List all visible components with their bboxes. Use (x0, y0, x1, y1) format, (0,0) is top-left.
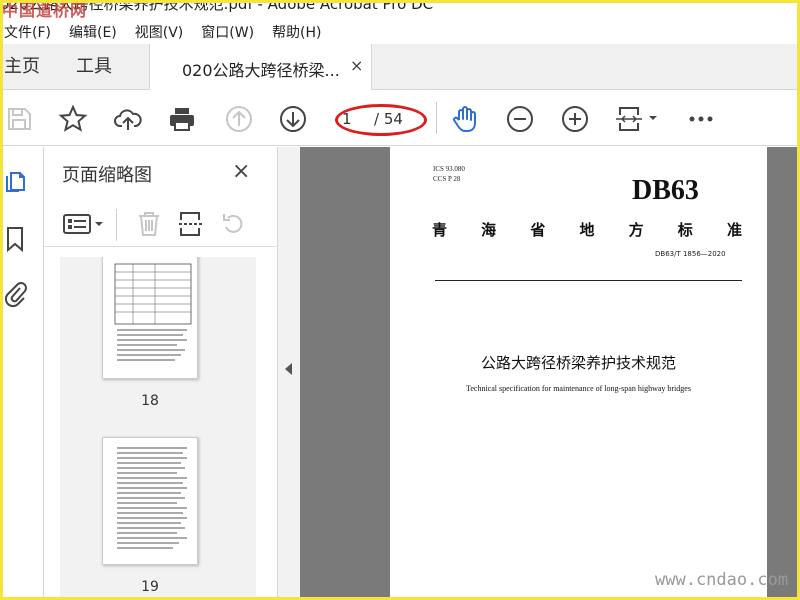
save-icon[interactable] (4, 104, 34, 134)
print-icon[interactable] (167, 104, 197, 134)
zoom-out-icon[interactable] (505, 104, 535, 134)
tab-home[interactable]: 主页 (4, 44, 40, 90)
watermark-bottom: www.cndao.com (655, 570, 789, 590)
thumbnail-list: 18 19 (60, 257, 256, 600)
document-viewer: ICS 93.080 CCS P 28 DB63 青 海 省 地 方 标 准 D… (300, 147, 800, 600)
title-rule (435, 280, 742, 281)
previous-page-icon[interactable] (224, 104, 254, 134)
tab-close-icon[interactable]: × (350, 56, 363, 75)
collapse-arrow-icon (285, 363, 292, 375)
tab-document-label: 020公路大跨径桥梁... (182, 61, 340, 80)
thumbnail-options-icon[interactable] (62, 209, 108, 239)
left-navigation-bar (0, 147, 44, 600)
tab-document[interactable]: 020公路大跨径桥梁... × (149, 44, 372, 90)
bookmark-icon[interactable] (2, 225, 28, 253)
menu-edit[interactable]: 编辑(E) (69, 22, 117, 42)
extract-pages-icon[interactable] (176, 209, 206, 239)
document-title-cn: 公路大跨径桥梁养护技术规范 (480, 354, 676, 372)
page-thumbnail-18[interactable] (102, 257, 198, 379)
watermark-top: 中国道桥网 (2, 1, 88, 20)
tab-tools[interactable]: 工具 (76, 44, 112, 90)
thumbnail-label: 18 (141, 393, 159, 409)
panel-collapse-handle[interactable] (278, 147, 300, 600)
menu-view[interactable]: 视图(V) (135, 22, 184, 42)
thumbnail-panel: 页面缩略图 × 18 19 (44, 147, 312, 600)
panel-toolbar-separator (116, 209, 117, 241)
ics-code: ICS 93.080 (433, 165, 465, 173)
menu-window[interactable]: 窗口(W) (201, 22, 254, 42)
page-thumbnails-icon[interactable] (2, 167, 28, 195)
zoom-in-icon[interactable] (560, 104, 590, 134)
attachment-icon[interactable] (2, 280, 28, 308)
panel-toolbar (44, 203, 278, 247)
panel-close-icon[interactable]: × (232, 159, 250, 184)
tab-bar: 主页 工具 020公路大跨径桥梁... × (0, 44, 800, 90)
standard-number: DB63/T 1856—2020 (655, 250, 726, 258)
menu-file[interactable]: 文件(F) (4, 22, 51, 42)
title-bar: 020公路大跨径桥梁养护技术规范.pdf - Adobe Acrobat Pro… (0, 0, 800, 20)
fit-page-icon[interactable] (614, 104, 660, 134)
thumbnail-label: 19 (141, 579, 159, 595)
star-icon[interactable] (58, 104, 88, 134)
cloud-upload-icon[interactable] (113, 104, 143, 134)
panel-title: 页面缩略图 (62, 165, 152, 186)
rotate-page-icon[interactable] (218, 209, 248, 239)
more-options-icon[interactable] (686, 104, 716, 134)
document-title-en: Technical specification for maintenance … (466, 384, 691, 393)
page-thumbnail-19[interactable] (102, 437, 198, 565)
document-page: ICS 93.080 CCS P 28 DB63 青 海 省 地 方 标 准 D… (390, 147, 767, 600)
toolbar-separator (436, 102, 437, 134)
hand-tool-icon[interactable] (450, 104, 480, 134)
delete-page-icon[interactable] (134, 209, 164, 239)
standard-issuer: 青 海 省 地 方 标 准 (432, 221, 742, 239)
ccs-code: CCS P 28 (433, 175, 461, 183)
highlight-annotation-oval (335, 104, 427, 136)
menu-bar: 文件(F) 编辑(E) 视图(V) 窗口(W) 帮助(H) (0, 20, 800, 44)
next-page-icon[interactable] (278, 104, 308, 134)
standard-badge: DB63 (632, 175, 699, 206)
menu-help[interactable]: 帮助(H) (272, 22, 321, 42)
